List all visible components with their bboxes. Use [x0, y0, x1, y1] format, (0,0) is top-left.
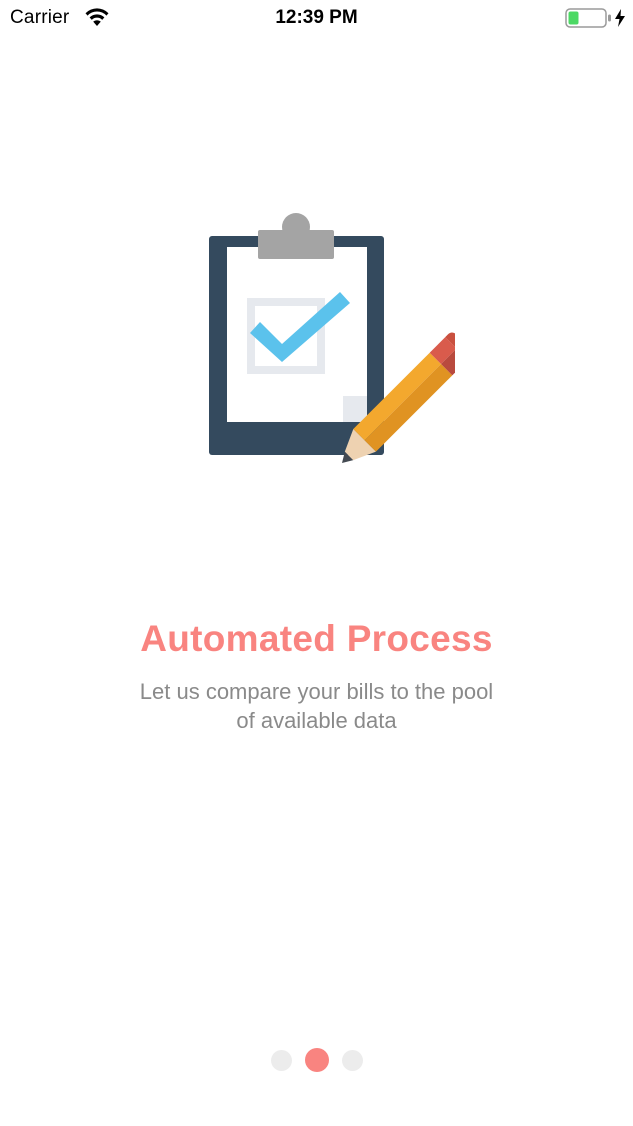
description-line: of available data: [236, 708, 397, 733]
page-indicator[interactable]: [0, 1048, 633, 1072]
page-dot-3[interactable]: [341, 1049, 363, 1071]
page-dot-1[interactable]: [270, 1049, 292, 1071]
charging-bolt-icon: [615, 9, 625, 27]
status-time: 12:39 PM: [275, 7, 358, 28]
clipboard-checklist-pencil-icon: [209, 213, 455, 463]
description-line: Let us compare your bills to the pool: [139, 679, 494, 704]
status-bar: Carrier 12:39 PM: [0, 0, 633, 36]
battery-icon: [565, 8, 611, 28]
page-title: Automated Process: [140, 618, 493, 659]
page-description: Let us compare your bills to the pool of…: [100, 677, 533, 735]
page-dot-2-active[interactable]: [304, 1048, 329, 1072]
